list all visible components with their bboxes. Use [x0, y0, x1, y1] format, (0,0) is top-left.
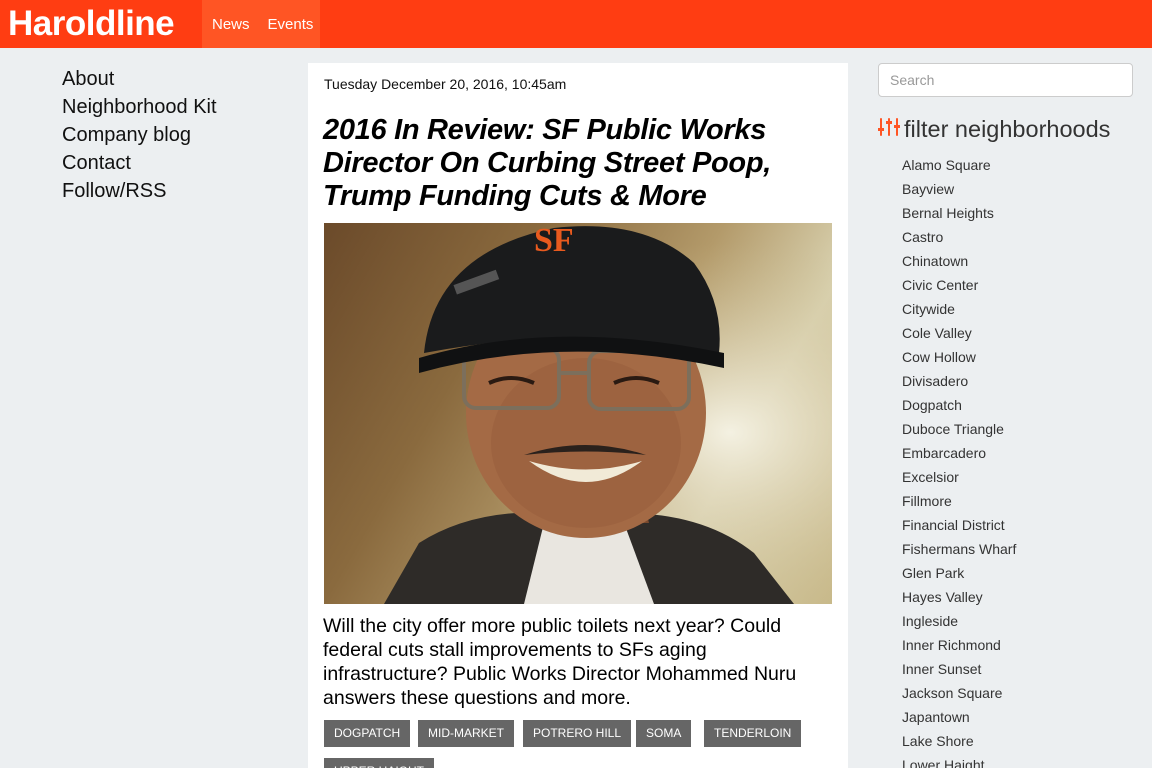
- article-date: Tuesday December 20, 2016, 10:45am: [324, 76, 567, 92]
- tag-dogpatch[interactable]: DOGPATCH: [324, 720, 411, 747]
- tag-upper-haight[interactable]: UPPER HAIGHT: [324, 758, 435, 768]
- tag-tenderloin[interactable]: TENDERLOIN: [704, 720, 802, 747]
- svg-text:SF: SF: [534, 223, 574, 259]
- left-nav: About Neighborhood Kit Company blog Cont…: [62, 65, 217, 205]
- neighborhood-link[interactable]: Lower Haight: [902, 753, 1016, 768]
- neighborhood-link[interactable]: Alamo Square: [902, 153, 1016, 177]
- neighborhood-link[interactable]: Cole Valley: [902, 321, 1016, 345]
- neighborhood-link[interactable]: Divisadero: [902, 369, 1016, 393]
- neighborhood-link[interactable]: Fishermans Wharf: [902, 537, 1016, 561]
- neighborhood-link[interactable]: Chinatown: [902, 249, 1016, 273]
- article-photo[interactable]: SF: [324, 223, 832, 604]
- filter-title: filter neighborhoods: [904, 116, 1111, 142]
- neighborhood-link[interactable]: Excelsior: [902, 465, 1016, 489]
- neighborhood-link[interactable]: Fillmore: [902, 489, 1016, 513]
- neighborhood-list: Alamo Square Bayview Bernal Heights Cast…: [902, 153, 1016, 768]
- neighborhood-link[interactable]: Citywide: [902, 297, 1016, 321]
- neighborhood-link[interactable]: Cow Hollow: [902, 345, 1016, 369]
- top-bar: Haroldline News Events: [0, 0, 1152, 48]
- neighborhood-link[interactable]: Lake Shore: [902, 729, 1016, 753]
- sliders-icon: [878, 116, 900, 143]
- filter-heading: filter neighborhoods: [878, 116, 1110, 143]
- site-logo[interactable]: Haroldline: [8, 4, 175, 44]
- neighborhood-link[interactable]: Castro: [902, 225, 1016, 249]
- article-title[interactable]: 2016 In Review: SF Public Works Director…: [323, 114, 828, 213]
- neighborhood-link[interactable]: Glen Park: [902, 561, 1016, 585]
- neighborhood-link[interactable]: Embarcadero: [902, 441, 1016, 465]
- neighborhood-link[interactable]: Hayes Valley: [902, 585, 1016, 609]
- neighborhood-link[interactable]: Dogpatch: [902, 393, 1016, 417]
- tag-soma[interactable]: SOMA: [636, 720, 692, 747]
- neighborhood-link[interactable]: Bayview: [902, 177, 1016, 201]
- neighborhood-link[interactable]: Inner Sunset: [902, 657, 1016, 681]
- article-card: Tuesday December 20, 2016, 10:45am 2016 …: [308, 63, 848, 768]
- search-input[interactable]: [878, 63, 1133, 97]
- nav-news[interactable]: News: [212, 16, 250, 33]
- neighborhood-link[interactable]: Civic Center: [902, 273, 1016, 297]
- main-nav: News Events: [202, 0, 320, 48]
- tag-mid-market[interactable]: MID-MARKET: [418, 720, 514, 747]
- tag-potrero-hill[interactable]: POTRERO HILL: [523, 720, 632, 747]
- left-nav-about[interactable]: About: [62, 65, 217, 93]
- article-summary: Will the city offer more public toilets …: [323, 615, 797, 709]
- neighborhood-link[interactable]: Bernal Heights: [902, 201, 1016, 225]
- left-nav-company-blog[interactable]: Company blog: [62, 121, 217, 149]
- neighborhood-link[interactable]: Financial District: [902, 513, 1016, 537]
- left-nav-follow-rss[interactable]: Follow/RSS: [62, 177, 217, 205]
- left-nav-neighborhood-kit[interactable]: Neighborhood Kit: [62, 93, 217, 121]
- neighborhood-link[interactable]: Duboce Triangle: [902, 417, 1016, 441]
- nav-events[interactable]: Events: [268, 16, 314, 33]
- neighborhood-link[interactable]: Inner Richmond: [902, 633, 1016, 657]
- left-nav-contact[interactable]: Contact: [62, 149, 217, 177]
- neighborhood-link[interactable]: Jackson Square: [902, 681, 1016, 705]
- neighborhood-link[interactable]: Ingleside: [902, 609, 1016, 633]
- neighborhood-link[interactable]: Japantown: [902, 705, 1016, 729]
